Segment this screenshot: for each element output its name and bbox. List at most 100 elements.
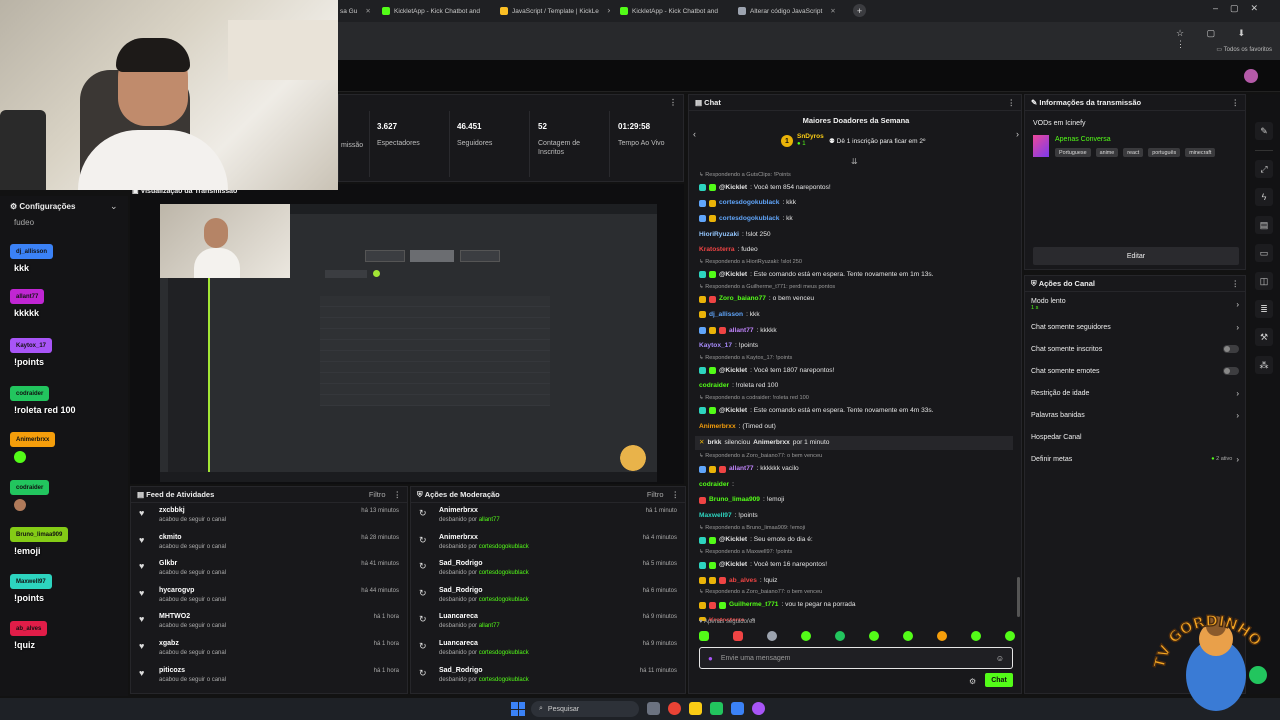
chat-message[interactable]: Kaytox_17: !points [689,338,1019,354]
chat-message[interactable]: Animerbrxx: (Timed out) [689,419,1019,435]
chrome-icon[interactable] [668,702,681,715]
chat-message[interactable]: cortesdogokublack: kkk [689,196,1019,212]
moderation-item[interactable]: ↻ Sad_Rodrigo desbanido por cortesdogokubl… [411,583,685,610]
windows-start-icon[interactable] [511,702,525,716]
emote-icon[interactable] [801,631,811,641]
app-icon[interactable] [731,702,744,715]
chat-username[interactable]: Maxwell97 [699,512,732,520]
moderation-item[interactable]: ↻ Animerbrxx desbanido por cortesdogokubla… [411,530,685,557]
slow-mode-row[interactable]: Modo lento 1 s › [1025,292,1245,316]
chat-username[interactable]: @Kicklet [719,561,747,569]
browser-tab[interactable]: JavaScript / Template | KickLe ✕ [500,3,610,19]
more-icon[interactable]: ⋮ [394,490,402,499]
apps-icon[interactable]: ⁂ [1255,356,1273,374]
chat-username[interactable]: allant77 [729,327,754,335]
chat-message[interactable]: codraider: !roleta red 100 [689,379,1019,395]
goals-row[interactable]: Definir metas ● 2 ativo › [1025,448,1245,470]
subs-only-toggle[interactable] [1223,345,1239,353]
chat-username[interactable]: @Kicklet [719,407,747,415]
chat-username[interactable]: codraider [699,481,729,489]
activity-item[interactable]: ♥ ckmito acabou de seguir o canal há 28 min… [131,530,407,557]
new-tab-button[interactable]: + [853,4,866,17]
browser-tab[interactable]: KickletApp - Kick Chatbot and✕ [620,3,725,19]
emotes-only-toggle[interactable] [1223,367,1239,375]
more-icon[interactable]: ⋮ [1008,98,1016,107]
chat-message[interactable]: dj_allisson: kkk [689,307,1019,323]
chat-username[interactable]: Animerbrxx [753,439,790,447]
donor-name[interactable]: SnDyros [797,133,824,140]
chat-message[interactable]: @Kicklet: Você tem 854 narepontos! [689,180,1019,196]
browser-tab[interactable]: KickletApp - Kick Chatbot and✕ [382,3,482,19]
activity-item[interactable]: ♥ Glkbr acabou de seguir o canal há 41 minu… [131,556,407,583]
layers-icon[interactable]: ≣ [1255,300,1273,318]
emote-icon[interactable] [699,631,709,641]
chat-username[interactable]: HioriRyuzaki [699,231,739,239]
chat-message[interactable]: @Kicklet: Este comando está em espera. T… [689,403,1019,419]
activity-item[interactable]: ♥ zxcbbkj acabou de seguir o canal há 13 mi… [131,503,407,530]
chat-input[interactable]: ● Envie uma mensagem ☺ [699,647,1013,669]
split-view-icon[interactable]: ◫ [1255,272,1273,290]
chat-message[interactable]: Guilherme_t771: vou te pegar na porrada [689,597,1019,613]
browser-tab[interactable]: sa Gu ✕ [340,3,380,19]
chat-message[interactable]: Zoro_baiano77: o bem venceu [689,292,1019,308]
chat-scrollbar[interactable] [1017,577,1020,617]
task-view-icon[interactable] [647,702,660,715]
chat-message[interactable]: @Kicklet: Você tem 16 narepontos! [689,557,1019,573]
chat-message[interactable]: Maxwell97: !points [689,508,1019,524]
moderation-item[interactable]: ↻ Luancareca desbanido por cortesdogokubla… [411,636,685,663]
moderation-item[interactable]: ↻ Animerbrxx desbanido por allant77 há 1 mi… [411,503,685,530]
followers-only-row[interactable]: Chat somente seguidores › [1025,316,1245,338]
config-header[interactable]: ⚙ Configurações [10,202,75,211]
chat-username[interactable]: brkk [708,439,722,447]
emote-icon[interactable] [1005,631,1015,641]
app-icon[interactable] [752,702,765,715]
chat-message[interactable]: @Kicklet: Seu emote do dia é: [689,533,1019,549]
chat-message[interactable]: HioriRyuzaki: !slot 250 [689,227,1019,243]
more-icon[interactable]: ⋮ [1232,279,1240,288]
category-name[interactable]: Apenas Conversa [1055,136,1111,143]
moderator-name[interactable]: cortesdogokublack [479,544,529,550]
stream-preview-video[interactable] [160,204,657,482]
chat-username[interactable]: codraider [699,382,729,390]
moderator-name[interactable]: cortesdogokublack [479,570,529,576]
moderator-name[interactable]: cortesdogokublack [479,677,529,683]
chat-username[interactable]: @Kicklet [719,536,747,544]
chat-username[interactable]: @Kicklet [719,184,747,192]
chat-message[interactable]: ab_alves: !quiz [689,573,1019,589]
emote-icon[interactable] [903,631,913,641]
chat-message[interactable]: cortesdogokublack: kk [689,211,1019,227]
moderator-name[interactable]: allant77 [479,517,500,523]
bolt-icon[interactable]: ϟ [1255,188,1273,206]
chevron-right-icon[interactable]: › [1016,129,1019,139]
emoji-icon[interactable]: ☺ [996,654,1004,663]
chat-username[interactable]: Zoro_baiano77 [719,295,766,303]
settings-gear-icon[interactable]: ⚙ [969,677,976,686]
age-restriction-row[interactable]: Restrição de idade › [1025,382,1245,404]
activity-item[interactable]: ♥ xgabz acabou de seguir o canal há 1 hora [131,636,407,663]
activity-item[interactable]: ♥ hycarogvp acabou de seguir o canal há 44 … [131,583,407,610]
chat-username[interactable]: dj_allisson [709,311,743,319]
emote-icon[interactable] [971,631,981,641]
expand-icon[interactable]: ⤢ [1255,160,1273,178]
app-icon[interactable] [710,702,723,715]
close-icon[interactable]: ✕ [607,7,610,15]
chat-username[interactable]: @Kicklet [719,367,747,375]
more-icon[interactable]: ⋮ [1232,98,1240,107]
chat-username[interactable]: Kratosterra [699,246,735,254]
emote-icon[interactable] [767,631,777,641]
emote-icon[interactable] [937,631,947,641]
chat-username[interactable]: Animerbrxx [699,423,736,431]
scroll-down-icon[interactable]: ⇊ [851,157,858,166]
banned-words-row[interactable]: Palavras banidas › [1025,404,1245,426]
microphone-icon[interactable]: ● [708,654,713,663]
taskbar-search[interactable]: ⌕ Pesquisar [531,701,639,717]
category-thumbnail[interactable] [1033,135,1049,157]
chat-message[interactable]: allant77: kkkkkk vacilo [689,461,1019,477]
chat-username[interactable]: Bruno_limaa909 [709,496,760,504]
moderator-name[interactable]: allant77 [479,623,500,629]
chat-username[interactable]: cortesdogokublack [719,215,779,223]
more-icon[interactable]: ⋮ [672,490,680,499]
clipboard-icon[interactable]: ▤ [1255,216,1273,234]
send-chat-button[interactable]: Chat [985,673,1013,687]
moderator-name[interactable]: cortesdogokublack [479,650,529,656]
